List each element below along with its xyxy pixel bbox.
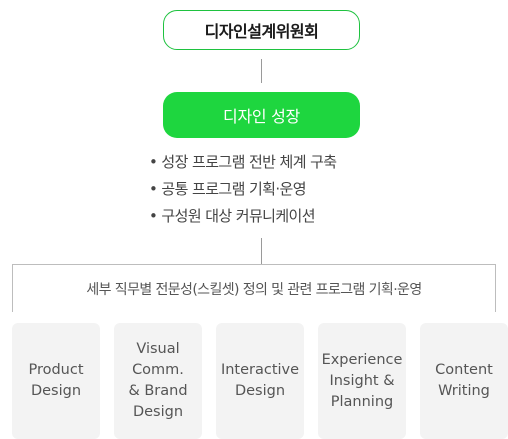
job-card-label: Interactive Design: [220, 362, 300, 399]
design-growth-label: 디자인 성장: [223, 107, 300, 126]
growth-responsibilities-list: 성장 프로그램 전반 체계 구축 공통 프로그램 기획·운영 구성원 대상 커뮤…: [149, 149, 337, 230]
responsibility-item: 성장 프로그램 전반 체계 구축: [149, 149, 337, 176]
job-card-content-writing: Content Writing: [420, 323, 508, 439]
committee-label: 디자인설계위원회: [204, 22, 319, 41]
job-card-visual-brand-design: Visual Comm. & Brand Design: [114, 323, 202, 439]
connector-line-bottom: [261, 238, 262, 264]
job-card-label: Content Writing: [435, 362, 493, 399]
committee-box: 디자인설계위원회: [163, 10, 360, 50]
job-card-interactive-design: Interactive Design: [216, 323, 304, 439]
connector-line-top: [261, 59, 262, 83]
skillset-bracket: 세부 직무별 전문성(스킬셋) 정의 및 관련 프로그램 기획·운영: [12, 264, 496, 312]
design-growth-box: 디자인 성장: [163, 92, 360, 138]
job-card-label: Experience Insight & Planning: [321, 351, 403, 410]
job-card-product-design: Product Design: [12, 323, 100, 439]
skillset-label: 세부 직무별 전문성(스킬셋) 정의 및 관련 프로그램 기획·운영: [86, 281, 422, 298]
responsibility-item: 공통 프로그램 기획·운영: [149, 176, 337, 203]
job-card-label: Product Design: [28, 362, 84, 399]
responsibility-item: 구성원 대상 커뮤니케이션: [149, 203, 337, 230]
job-card-experience-insight-planning: Experience Insight & Planning: [318, 323, 406, 439]
job-card-label: Visual Comm. & Brand Design: [128, 341, 188, 420]
